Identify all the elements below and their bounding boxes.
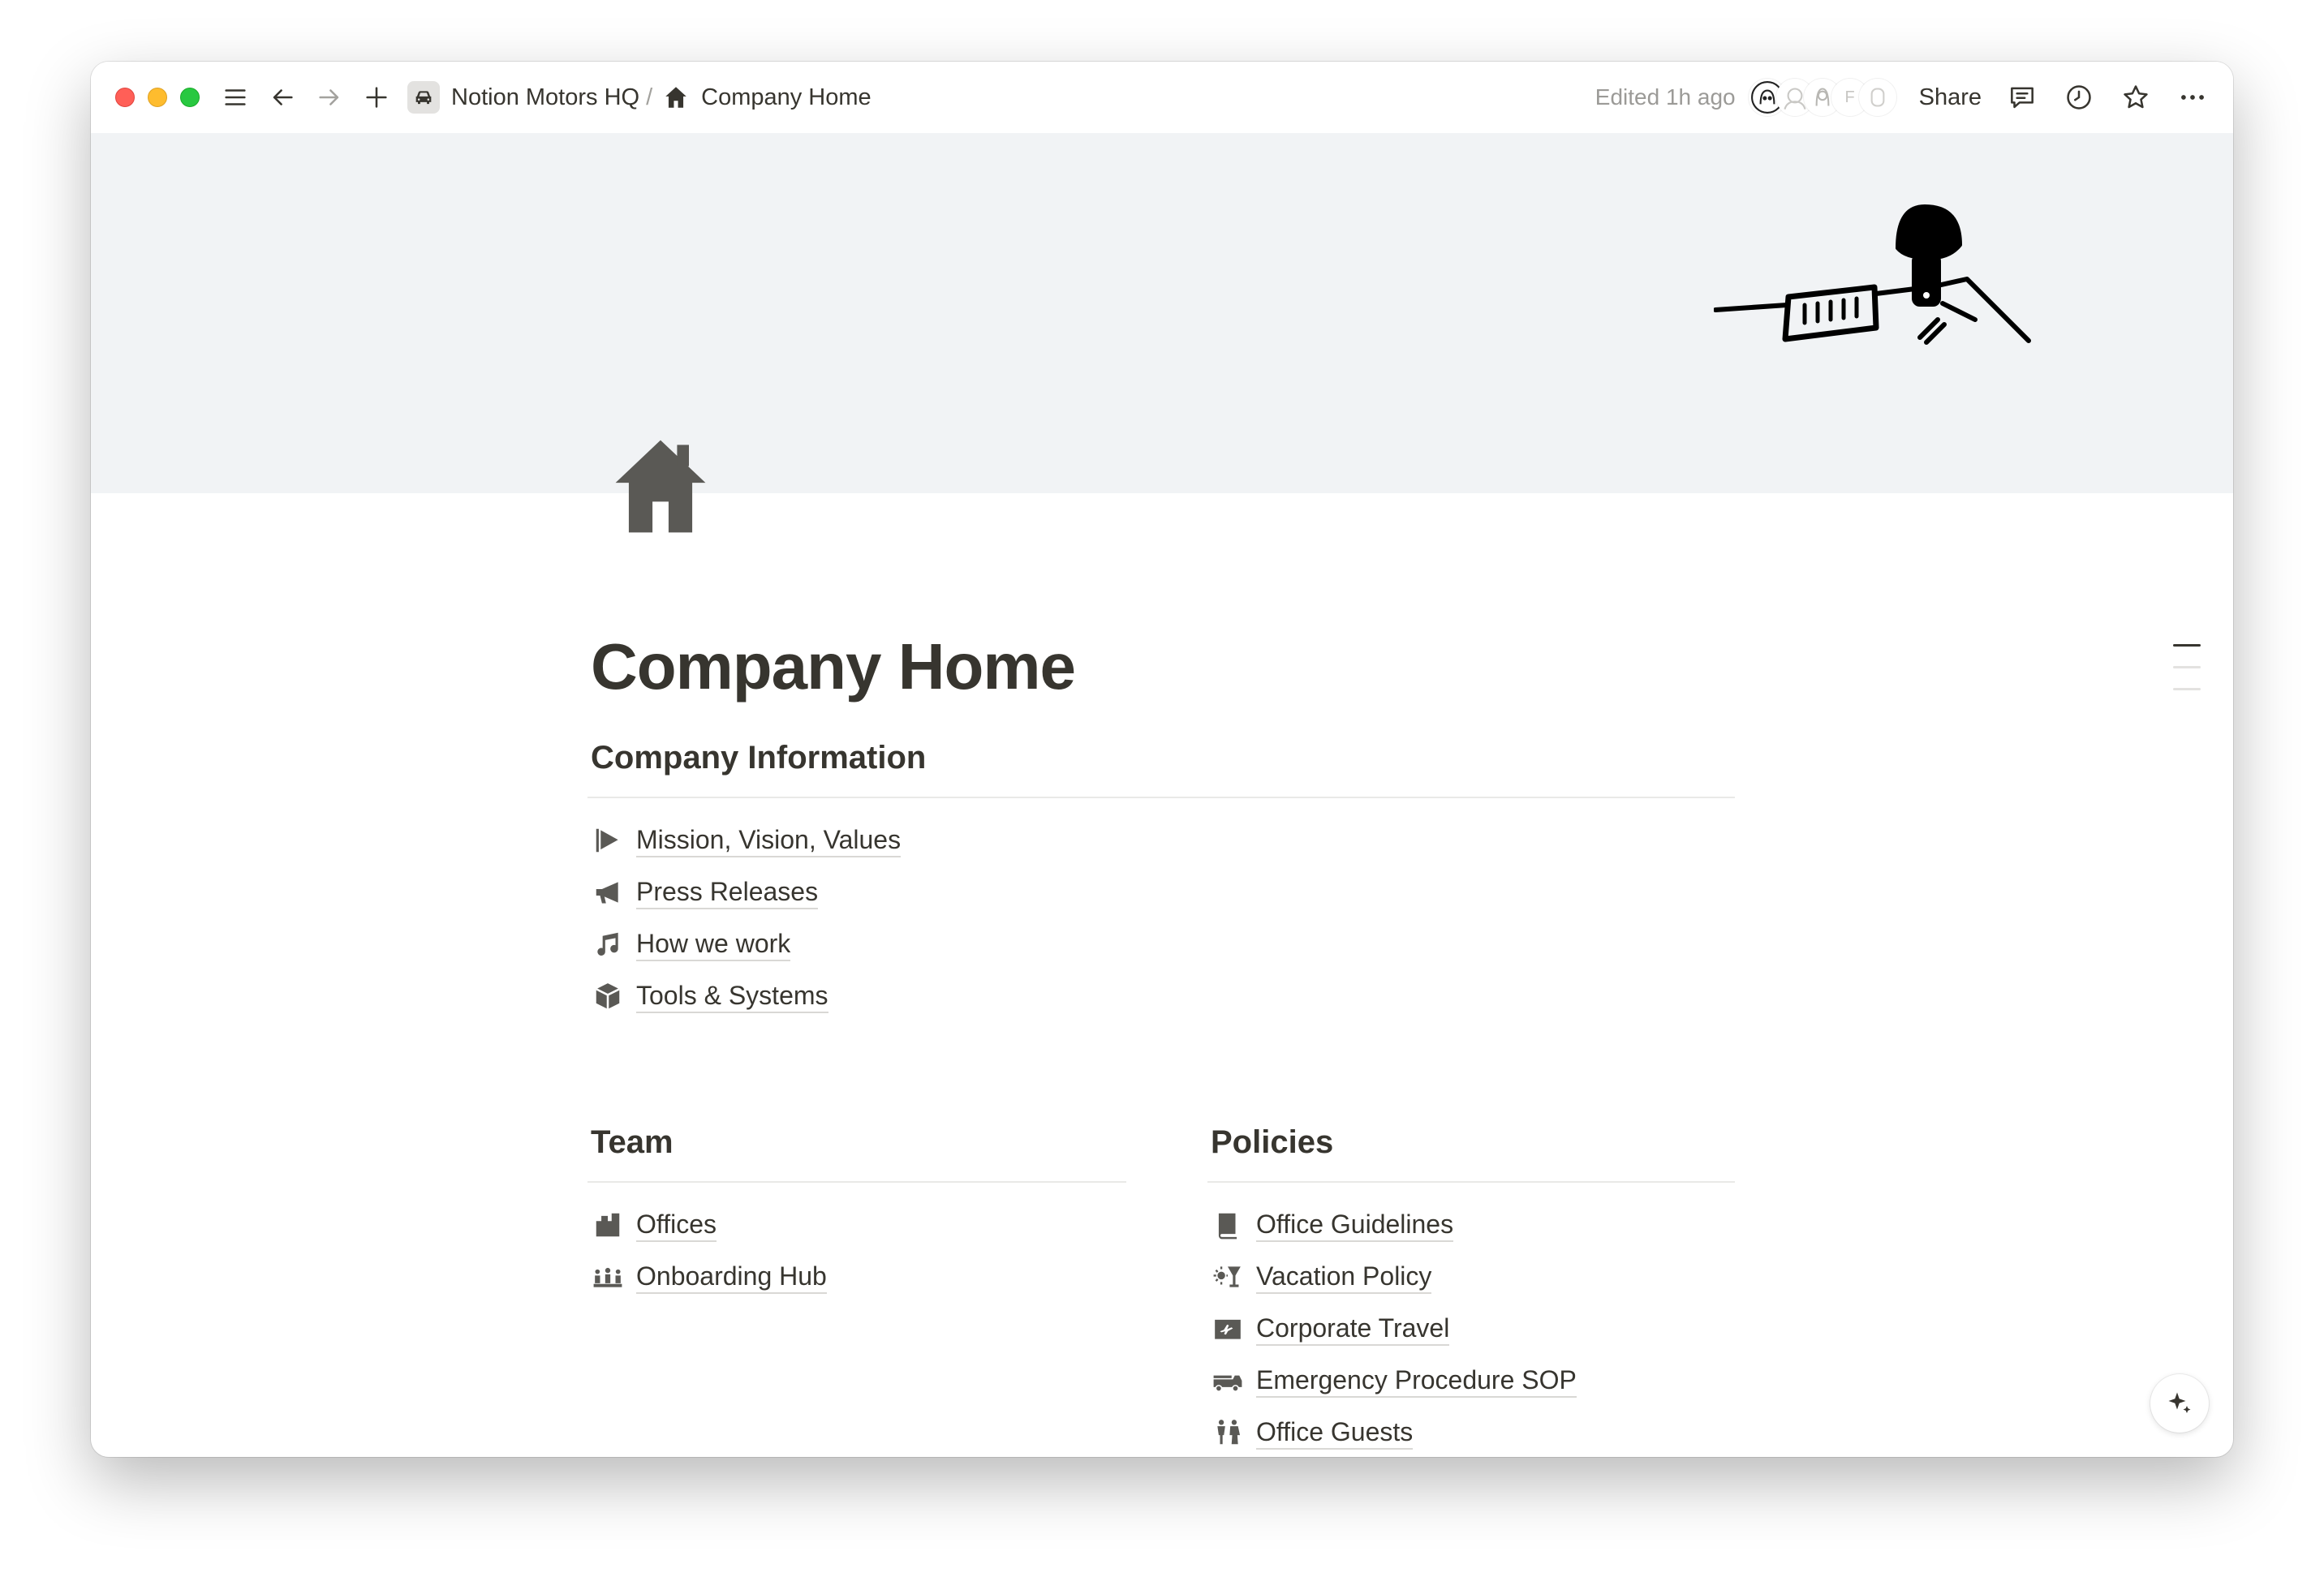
section-divider: [587, 1181, 1126, 1183]
music-note-icon: [591, 927, 625, 961]
book-icon: [1211, 1208, 1245, 1242]
list-item[interactable]: Emergency Procedure SOP: [1211, 1355, 1577, 1407]
list-item[interactable]: How we work: [591, 918, 901, 970]
app-window: Notion Motors HQ / Company Home Edited 1…: [91, 62, 2233, 1457]
page-link[interactable]: Corporate Travel: [1256, 1312, 1450, 1346]
list-item[interactable]: Corporate Travel: [1211, 1303, 1577, 1355]
toc-line[interactable]: [2173, 644, 2201, 647]
edited-timestamp[interactable]: Edited 1h ago: [1595, 84, 1736, 110]
history-clock-icon[interactable]: [2063, 81, 2095, 114]
list-item[interactable]: Onboarding Hub: [591, 1251, 827, 1303]
new-tab-plus-icon[interactable]: [359, 79, 394, 115]
section-divider: [587, 797, 1735, 798]
section-divider: [1207, 1181, 1735, 1183]
page-link[interactable]: Press Releases: [636, 875, 819, 909]
minimize-window-button[interactable]: [148, 88, 167, 107]
page-link[interactable]: Office Guidelines: [1256, 1208, 1454, 1242]
page-title[interactable]: Company Home: [591, 630, 1076, 704]
collaborator-avatars[interactable]: F: [1748, 79, 1896, 116]
more-options-icon[interactable]: [2176, 81, 2209, 114]
sidebar-menu-icon[interactable]: [217, 79, 253, 115]
toc-line[interactable]: [2173, 666, 2201, 668]
page-link[interactable]: Offices: [636, 1208, 717, 1242]
people-icon: [591, 1260, 625, 1294]
cube-icon: [591, 979, 625, 1013]
page-link[interactable]: How we work: [636, 927, 791, 961]
share-button[interactable]: Share: [1919, 84, 1982, 111]
list-item[interactable]: Office Guidelines: [1211, 1199, 1577, 1251]
list-item[interactable]: Vacation Policy: [1211, 1251, 1577, 1303]
sun-drink-icon: [1211, 1260, 1245, 1294]
top-bar: Notion Motors HQ / Company Home Edited 1…: [91, 62, 2233, 133]
sparkle-icon: [2168, 1392, 2191, 1413]
car-icon: [407, 81, 440, 114]
company-information-list: Mission, Vision, Values Press Releases H…: [591, 814, 902, 1022]
maximize-window-button[interactable]: [180, 88, 200, 107]
top-bar-actions: Edited 1h ago F Share: [1595, 79, 2209, 116]
comments-icon[interactable]: [2006, 81, 2038, 114]
cover-illustration-icon: [1714, 204, 2031, 345]
house-icon: [662, 84, 701, 111]
close-window-button[interactable]: [115, 88, 135, 107]
page-house-icon[interactable]: [604, 428, 717, 542]
list-item[interactable]: Tools & Systems: [591, 970, 901, 1022]
avatar[interactable]: [1858, 79, 1896, 116]
policies-list: Office Guidelines Vacation Policy Corpor…: [1211, 1199, 1577, 1457]
breadcrumb: Notion Motors HQ / Company Home: [407, 81, 872, 114]
passport-icon: [1211, 1312, 1245, 1346]
megaphone-icon: [591, 875, 625, 909]
breadcrumb-separator: /: [646, 84, 653, 110]
section-heading-policies[interactable]: Policies: [1211, 1124, 1333, 1161]
list-item[interactable]: Office Guests: [1211, 1407, 1577, 1457]
page-link[interactable]: Vacation Policy: [1256, 1260, 1432, 1294]
ai-assistant-button[interactable]: [2150, 1374, 2209, 1433]
forward-arrow-icon[interactable]: [312, 79, 347, 115]
page-link[interactable]: Tools & Systems: [636, 979, 828, 1013]
page-link[interactable]: Mission, Vision, Values: [636, 823, 902, 857]
favorite-star-icon[interactable]: [2120, 81, 2152, 114]
section-heading-company-information[interactable]: Company Information: [591, 740, 926, 776]
page-link[interactable]: Onboarding Hub: [636, 1260, 827, 1294]
list-item[interactable]: Offices: [591, 1199, 827, 1251]
page-cover[interactable]: [91, 133, 2233, 493]
breadcrumb-workspace[interactable]: Notion Motors HQ: [451, 84, 639, 111]
window-controls: [115, 88, 200, 107]
building-icon: [591, 1208, 625, 1242]
toc-line[interactable]: [2173, 688, 2201, 690]
table-of-contents-indicator[interactable]: [2173, 644, 2201, 710]
flag-icon: [591, 823, 625, 857]
page-link[interactable]: Office Guests: [1256, 1416, 1414, 1450]
guests-icon: [1211, 1416, 1245, 1450]
list-item[interactable]: Mission, Vision, Values: [591, 814, 902, 866]
breadcrumb-current-page[interactable]: Company Home: [701, 84, 872, 111]
team-list: Offices Onboarding Hub: [591, 1199, 827, 1303]
fire-truck-icon: [1211, 1364, 1245, 1398]
list-item[interactable]: Press Releases: [591, 866, 901, 918]
page-link[interactable]: Emergency Procedure SOP: [1256, 1364, 1577, 1398]
section-heading-team[interactable]: Team: [591, 1124, 674, 1161]
back-arrow-icon[interactable]: [265, 79, 300, 115]
